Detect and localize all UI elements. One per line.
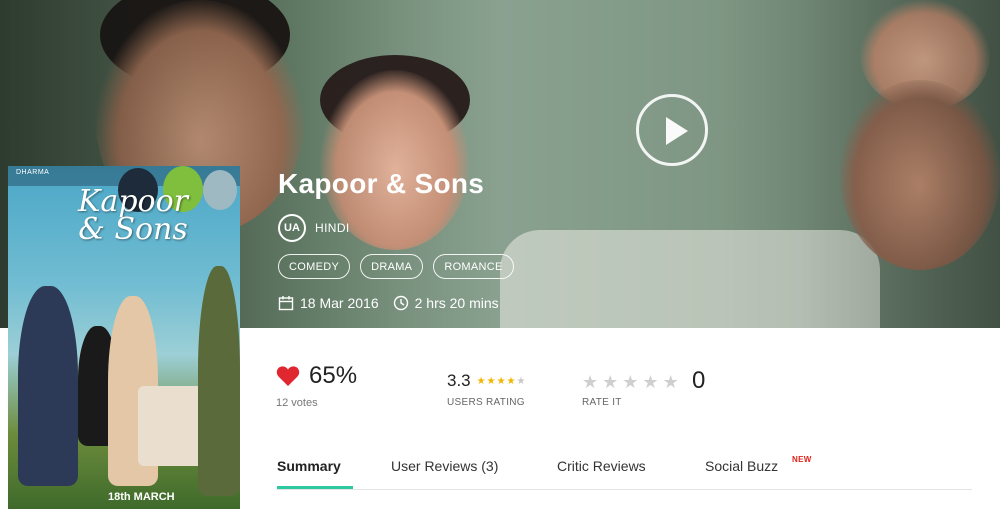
users-rating: 3.3 ★ ★ ★ ★ ★ <box>447 371 525 391</box>
poster-title: Kapoor & Sons <box>78 184 188 247</box>
heart-icon[interactable] <box>276 365 300 387</box>
new-badge: NEW <box>792 455 812 464</box>
detail-tabs: Summary User Reviews (3) Critic Reviews … <box>276 448 972 490</box>
tab-critic-reviews[interactable]: Critic Reviews <box>557 458 646 474</box>
certificate-badge: UA <box>278 214 306 242</box>
tab-summary[interactable]: Summary <box>277 458 341 474</box>
rate-it-stars: ★ ★ ★ ★ ★ <box>582 372 679 393</box>
language-label: HINDI <box>315 221 350 235</box>
trailer-play-button[interactable] <box>636 94 708 166</box>
release-meta-row: 18 Mar 2016 2 hrs 20 mins <box>278 295 499 311</box>
genre-tag-drama[interactable]: DRAMA <box>360 254 424 279</box>
like-percentage: 65% <box>276 362 357 390</box>
rate-star-3-icon[interactable]: ★ <box>622 372 638 393</box>
clock-icon <box>393 295 408 311</box>
play-icon <box>666 117 688 145</box>
genre-tag-comedy[interactable]: COMEDY <box>278 254 351 279</box>
active-tab-indicator <box>277 486 353 489</box>
release-date: 18 Mar 2016 <box>300 295 379 311</box>
genre-tag-romance[interactable]: ROMANCE <box>433 254 514 279</box>
star-icon: ★ <box>496 375 506 387</box>
star-icon: ★ <box>486 375 496 387</box>
users-rating-label: USERS RATING <box>447 397 525 408</box>
poster-logo: DHARMA <box>16 169 50 176</box>
poster-release-text: 18th MARCH <box>108 491 175 503</box>
genre-tags: COMEDY DRAMA ROMANCE <box>278 254 514 279</box>
rating-stats: 65% 12 votes 3.3 ★ ★ ★ ★ ★ USERS RATING … <box>276 362 976 422</box>
movie-poster: DHARMA Kapoor & Sons 18th MARCH <box>8 166 240 509</box>
movie-title: Kapoor & Sons <box>278 168 485 199</box>
duration: 2 hrs 20 mins <box>414 295 499 311</box>
star-icon: ★ <box>516 375 526 387</box>
certificate-language-row: UA HINDI <box>278 214 350 242</box>
rate-it-count: 0 <box>692 367 706 394</box>
users-rating-value: 3.3 <box>447 371 471 390</box>
rate-star-2-icon[interactable]: ★ <box>602 372 618 393</box>
like-percent-value: 65% <box>309 362 358 389</box>
rate-star-1-icon[interactable]: ★ <box>582 372 598 393</box>
tab-user-reviews[interactable]: User Reviews (3) <box>391 458 498 474</box>
votes-count: 12 votes <box>276 397 318 409</box>
star-half-icon: ★ <box>506 375 516 387</box>
rate-it-label: RATE IT <box>582 397 622 408</box>
users-rating-stars: ★ ★ ★ ★ ★ <box>477 376 526 387</box>
rate-star-5-icon[interactable]: ★ <box>663 372 679 393</box>
tab-social-buzz[interactable]: Social Buzz <box>705 458 778 474</box>
star-icon: ★ <box>476 375 486 387</box>
rate-star-4-icon[interactable]: ★ <box>642 372 658 393</box>
calendar-icon <box>278 296 294 311</box>
